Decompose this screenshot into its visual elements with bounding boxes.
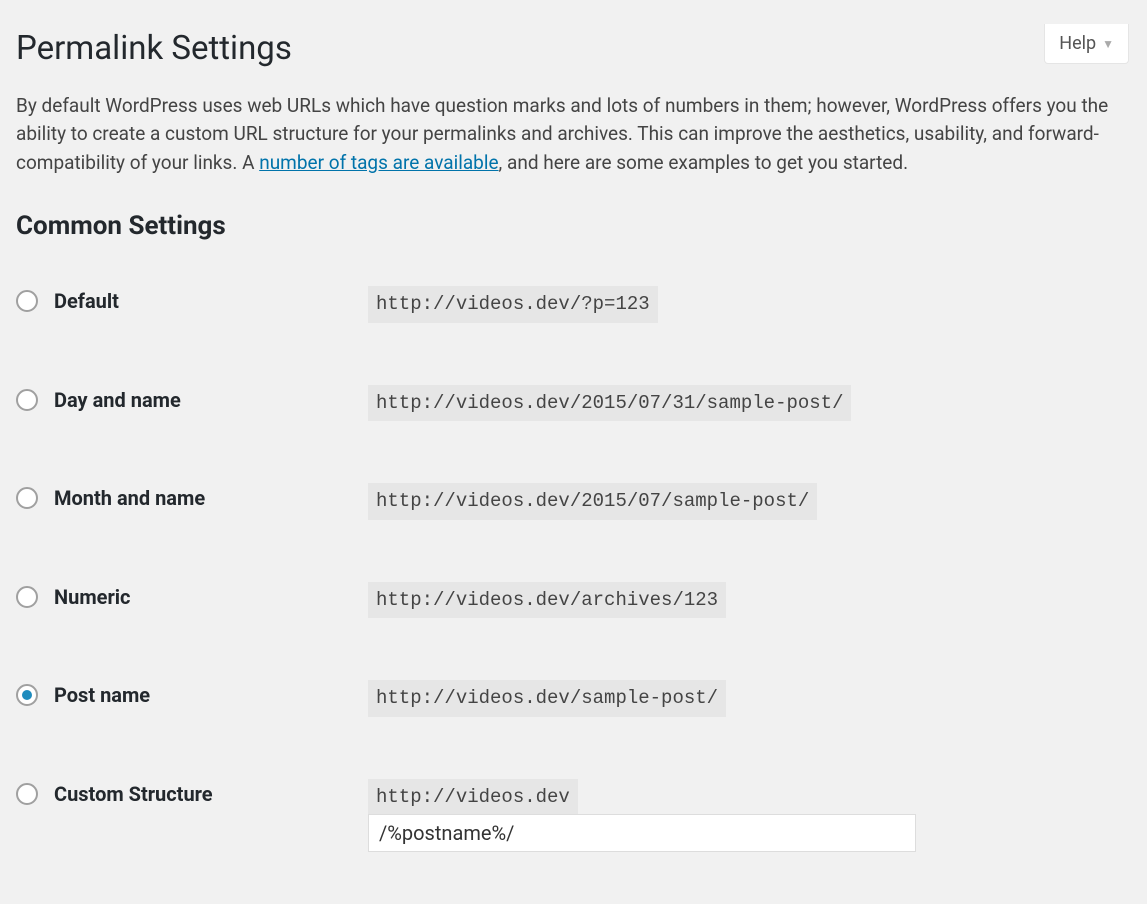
radio-default[interactable] <box>16 290 38 312</box>
option-row-post-name: Post name http://videos.dev/sample-post/ <box>16 680 1131 717</box>
intro-paragraph: By default WordPress uses web URLs which… <box>16 92 1126 178</box>
option-label-day-name[interactable]: Day and name <box>54 385 181 415</box>
option-label-month-name[interactable]: Month and name <box>54 483 205 513</box>
option-row-default: Default http://videos.dev/?p=123 <box>16 286 1131 323</box>
option-row-month-name: Month and name http://videos.dev/2015/07… <box>16 483 1131 520</box>
chevron-down-icon: ▼ <box>1102 35 1114 53</box>
option-label-custom[interactable]: Custom Structure <box>54 779 213 809</box>
radio-month-name[interactable] <box>16 487 38 509</box>
radio-numeric[interactable] <box>16 586 38 608</box>
option-row-numeric: Numeric http://videos.dev/archives/123 <box>16 582 1131 619</box>
option-row-custom: Custom Structure http://videos.dev <box>16 779 1131 853</box>
common-settings-heading: Common Settings <box>16 207 1131 246</box>
option-label-numeric[interactable]: Numeric <box>54 582 130 612</box>
radio-custom[interactable] <box>16 783 38 805</box>
radio-day-name[interactable] <box>16 389 38 411</box>
help-tab[interactable]: Help ▼ <box>1044 24 1129 64</box>
custom-base-url: http://videos.dev <box>368 779 578 816</box>
intro-text-after: , and here are some examples to get you … <box>499 151 909 174</box>
radio-post-name[interactable] <box>16 684 38 706</box>
example-month-name: http://videos.dev/2015/07/sample-post/ <box>368 483 817 520</box>
option-row-day-name: Day and name http://videos.dev/2015/07/3… <box>16 385 1131 422</box>
page-title: Permalink Settings <box>16 24 1131 74</box>
example-day-name: http://videos.dev/2015/07/31/sample-post… <box>368 385 851 422</box>
option-label-default[interactable]: Default <box>54 286 119 316</box>
example-post-name: http://videos.dev/sample-post/ <box>368 680 726 717</box>
example-numeric: http://videos.dev/archives/123 <box>368 582 726 619</box>
tags-available-link[interactable]: number of tags are available <box>259 151 498 174</box>
example-default: http://videos.dev/?p=123 <box>368 286 658 323</box>
help-tab-label: Help <box>1059 30 1096 57</box>
custom-structure-input[interactable] <box>368 814 916 852</box>
page-wrap: Help ▼ Permalink Settings By default Wor… <box>0 24 1147 904</box>
option-label-post-name[interactable]: Post name <box>54 680 150 710</box>
